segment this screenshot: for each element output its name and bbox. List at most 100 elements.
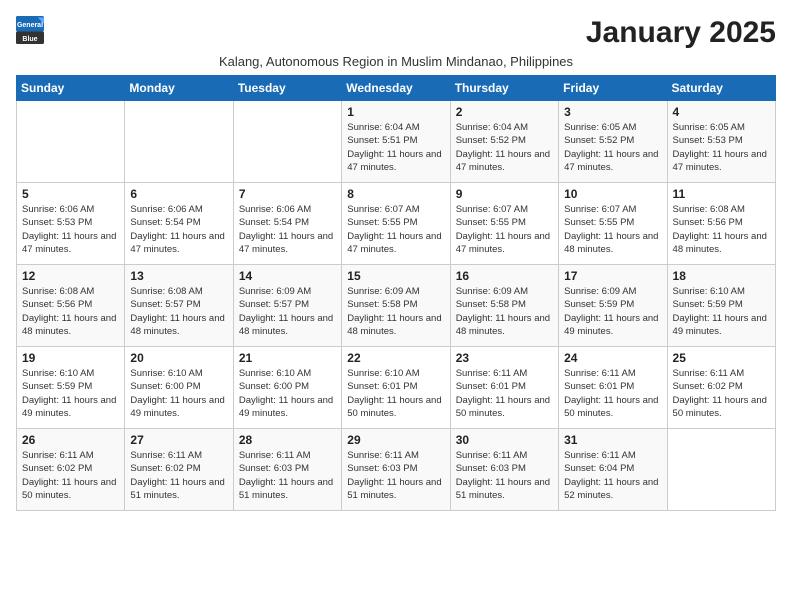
calendar-cell: 14Sunrise: 6:09 AM Sunset: 5:57 PM Dayli… — [233, 265, 341, 347]
weekday-header: Wednesday — [342, 76, 450, 101]
day-number: 20 — [130, 351, 227, 365]
svg-text:General: General — [17, 22, 43, 29]
calendar-cell: 2 Sunrise: 6:04 AM Sunset: 5:52 PM Daylig… — [450, 101, 558, 183]
calendar-cell: 10 Sunrise: 6:07 AM Sunset: 5:55 PM Dayli… — [559, 183, 667, 265]
day-info: Sunrise: 6:11 AM Sunset: 6:02 PM Dayligh… — [22, 449, 119, 502]
logo: General Blue — [16, 16, 44, 44]
calendar-header: SundayMondayTuesdayWednesdayThursdayFrid… — [17, 76, 776, 101]
day-number: 27 — [130, 433, 227, 447]
calendar-cell: 30 Sunrise: 6:11 AM Sunset: 6:03 PM Dayli… — [450, 429, 558, 511]
calendar-week-row: 5Sunrise: 6:06 AM Sunset: 5:53 PM Daylig… — [17, 183, 776, 265]
calendar-cell: 23Sunrise: 6:11 AM Sunset: 6:01 PM Dayli… — [450, 347, 558, 429]
day-number: 12 — [22, 269, 119, 283]
day-info: Sunrise: 6:10 AM Sunset: 6:00 PM Dayligh… — [239, 367, 336, 420]
calendar-cell: 18Sunrise: 6:10 AM Sunset: 5:59 PM Dayli… — [667, 265, 775, 347]
day-number: 23 — [456, 351, 553, 365]
calendar-cell — [667, 429, 775, 511]
calendar-cell: 17 Sunrise: 6:09 AM Sunset: 5:59 PM Dayli… — [559, 265, 667, 347]
calendar-week-row: 26Sunrise: 6:11 AM Sunset: 6:02 PM Dayli… — [17, 429, 776, 511]
day-number: 16 — [456, 269, 553, 283]
calendar-cell: 13Sunrise: 6:08 AM Sunset: 5:57 PM Dayli… — [125, 265, 233, 347]
calendar-cell: 22 Sunrise: 6:10 AM Sunset: 6:01 PM Dayli… — [342, 347, 450, 429]
day-info: Sunrise: 6:06 AM Sunset: 5:54 PM Dayligh… — [130, 203, 227, 256]
calendar-cell: 5Sunrise: 6:06 AM Sunset: 5:53 PM Daylig… — [17, 183, 125, 265]
calendar-cell: 1 Sunrise: 6:04 AM Sunset: 5:51 PM Daylig… — [342, 101, 450, 183]
day-number: 7 — [239, 187, 336, 201]
calendar-table: SundayMondayTuesdayWednesdayThursdayFrid… — [16, 75, 776, 511]
weekday-header: Saturday — [667, 76, 775, 101]
day-info: Sunrise: 6:05 AM Sunset: 5:53 PM Dayligh… — [673, 121, 770, 174]
day-number: 31 — [564, 433, 661, 447]
day-info: Sunrise: 6:09 AM Sunset: 5:58 PM Dayligh… — [347, 285, 444, 338]
day-number: 30 — [456, 433, 553, 447]
day-number: 8 — [347, 187, 444, 201]
day-info: Sunrise: 6:09 AM Sunset: 5:59 PM Dayligh… — [564, 285, 661, 338]
weekday-header: Thursday — [450, 76, 558, 101]
calendar-cell: 31Sunrise: 6:11 AM Sunset: 6:04 PM Dayli… — [559, 429, 667, 511]
day-info: Sunrise: 6:10 AM Sunset: 5:59 PM Dayligh… — [673, 285, 770, 338]
day-info: Sunrise: 6:08 AM Sunset: 5:57 PM Dayligh… — [130, 285, 227, 338]
day-info: Sunrise: 6:11 AM Sunset: 6:02 PM Dayligh… — [673, 367, 770, 420]
day-number: 19 — [22, 351, 119, 365]
day-info: Sunrise: 6:10 AM Sunset: 5:59 PM Dayligh… — [22, 367, 119, 420]
day-info: Sunrise: 6:11 AM Sunset: 6:03 PM Dayligh… — [239, 449, 336, 502]
day-number: 17 — [564, 269, 661, 283]
calendar-cell: 29 Sunrise: 6:11 AM Sunset: 6:03 PM Dayli… — [342, 429, 450, 511]
month-title: January 2025 — [586, 16, 776, 50]
calendar-week-row: 12 Sunrise: 6:08 AM Sunset: 5:56 PM Dayli… — [17, 265, 776, 347]
day-info: Sunrise: 6:10 AM Sunset: 6:00 PM Dayligh… — [130, 367, 227, 420]
title-block: January 2025 — [586, 16, 776, 50]
calendar-cell: 8 Sunrise: 6:07 AM Sunset: 5:55 PM Daylig… — [342, 183, 450, 265]
day-number: 22 — [347, 351, 444, 365]
calendar-cell: 3Sunrise: 6:05 AM Sunset: 5:52 PM Daylig… — [559, 101, 667, 183]
day-number: 21 — [239, 351, 336, 365]
day-info: Sunrise: 6:11 AM Sunset: 6:03 PM Dayligh… — [347, 449, 444, 502]
day-number: 1 — [347, 105, 444, 119]
day-info: Sunrise: 6:06 AM Sunset: 5:53 PM Dayligh… — [22, 203, 119, 256]
weekday-header: Sunday — [17, 76, 125, 101]
day-info: Sunrise: 6:07 AM Sunset: 5:55 PM Dayligh… — [456, 203, 553, 256]
weekday-header: Tuesday — [233, 76, 341, 101]
day-info: Sunrise: 6:04 AM Sunset: 5:52 PM Dayligh… — [456, 121, 553, 174]
day-info: Sunrise: 6:08 AM Sunset: 5:56 PM Dayligh… — [673, 203, 770, 256]
day-number: 28 — [239, 433, 336, 447]
day-number: 25 — [673, 351, 770, 365]
logo-icon: General Blue — [16, 16, 44, 44]
day-number: 29 — [347, 433, 444, 447]
calendar-week-row: 19 Sunrise: 6:10 AM Sunset: 5:59 PM Dayli… — [17, 347, 776, 429]
calendar-cell: 16 Sunrise: 6:09 AM Sunset: 5:58 PM Dayli… — [450, 265, 558, 347]
calendar-cell: 9 Sunrise: 6:07 AM Sunset: 5:55 PM Daylig… — [450, 183, 558, 265]
calendar-cell — [233, 101, 341, 183]
day-info: Sunrise: 6:05 AM Sunset: 5:52 PM Dayligh… — [564, 121, 661, 174]
day-number: 4 — [673, 105, 770, 119]
calendar-cell: 4 Sunrise: 6:05 AM Sunset: 5:53 PM Daylig… — [667, 101, 775, 183]
calendar-cell: 6Sunrise: 6:06 AM Sunset: 5:54 PM Daylig… — [125, 183, 233, 265]
day-number: 15 — [347, 269, 444, 283]
day-number: 2 — [456, 105, 553, 119]
calendar-cell: 21 Sunrise: 6:10 AM Sunset: 6:00 PM Dayli… — [233, 347, 341, 429]
weekday-header: Monday — [125, 76, 233, 101]
page-header: General Blue January 2025 — [16, 16, 776, 50]
day-info: Sunrise: 6:08 AM Sunset: 5:56 PM Dayligh… — [22, 285, 119, 338]
day-info: Sunrise: 6:11 AM Sunset: 6:03 PM Dayligh… — [456, 449, 553, 502]
calendar-cell — [125, 101, 233, 183]
calendar-subtitle: Kalang, Autonomous Region in Muslim Mind… — [16, 54, 776, 69]
day-info: Sunrise: 6:09 AM Sunset: 5:58 PM Dayligh… — [456, 285, 553, 338]
weekday-row: SundayMondayTuesdayWednesdayThursdayFrid… — [17, 76, 776, 101]
day-info: Sunrise: 6:11 AM Sunset: 6:02 PM Dayligh… — [130, 449, 227, 502]
calendar-cell: 26Sunrise: 6:11 AM Sunset: 6:02 PM Dayli… — [17, 429, 125, 511]
day-info: Sunrise: 6:07 AM Sunset: 5:55 PM Dayligh… — [564, 203, 661, 256]
calendar-cell: 25 Sunrise: 6:11 AM Sunset: 6:02 PM Dayli… — [667, 347, 775, 429]
calendar-cell — [17, 101, 125, 183]
day-info: Sunrise: 6:07 AM Sunset: 5:55 PM Dayligh… — [347, 203, 444, 256]
day-info: Sunrise: 6:10 AM Sunset: 6:01 PM Dayligh… — [347, 367, 444, 420]
day-number: 9 — [456, 187, 553, 201]
day-info: Sunrise: 6:04 AM Sunset: 5:51 PM Dayligh… — [347, 121, 444, 174]
calendar-cell: 11Sunrise: 6:08 AM Sunset: 5:56 PM Dayli… — [667, 183, 775, 265]
weekday-header: Friday — [559, 76, 667, 101]
calendar-cell: 15 Sunrise: 6:09 AM Sunset: 5:58 PM Dayli… — [342, 265, 450, 347]
day-number: 10 — [564, 187, 661, 201]
day-number: 24 — [564, 351, 661, 365]
day-info: Sunrise: 6:11 AM Sunset: 6:01 PM Dayligh… — [564, 367, 661, 420]
calendar-cell: 20 Sunrise: 6:10 AM Sunset: 6:00 PM Dayli… — [125, 347, 233, 429]
